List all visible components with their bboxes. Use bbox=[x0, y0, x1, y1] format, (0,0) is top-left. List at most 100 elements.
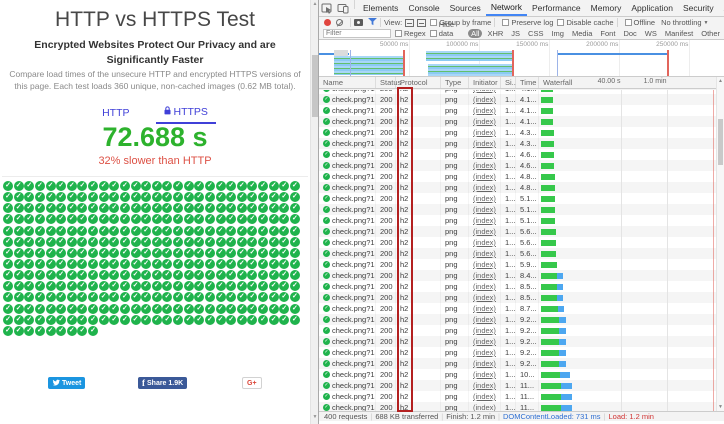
filter-pill-doc[interactable]: Doc bbox=[620, 29, 639, 38]
initiator-link[interactable]: (index) bbox=[473, 293, 496, 302]
table-row[interactable]: ✓check.png?1512...200h2png(index)1...4.8… bbox=[319, 171, 716, 182]
tab-audits[interactable]: Audits bbox=[719, 0, 724, 16]
scrollbar-thumb[interactable] bbox=[718, 119, 723, 165]
scroll-up-arrow[interactable]: ▲ bbox=[717, 78, 724, 84]
filter-pill-all[interactable]: All bbox=[468, 29, 482, 38]
page-scrollbar[interactable]: ▲ ▼ bbox=[310, 0, 318, 424]
initiator-link[interactable]: (index) bbox=[473, 161, 496, 170]
table-row[interactable]: ✓check.png?1512...200h2png(index)1...9.2… bbox=[319, 336, 716, 347]
tweet-button[interactable]: Tweet bbox=[48, 377, 85, 389]
filter-pill-img[interactable]: Img bbox=[548, 29, 567, 38]
tab-elements[interactable]: Elements bbox=[358, 0, 403, 16]
table-row[interactable]: ✓check.png?1512...200h2png(index)1...8.7… bbox=[319, 303, 716, 314]
initiator-link[interactable]: (index) bbox=[473, 359, 496, 368]
initiator-link[interactable]: (index) bbox=[473, 238, 496, 247]
capture-screenshots-icon[interactable] bbox=[354, 19, 363, 26]
initiator-link[interactable]: (index) bbox=[473, 117, 496, 126]
column-header-name[interactable]: Name bbox=[319, 77, 376, 88]
initiator-link[interactable]: (index) bbox=[473, 216, 496, 225]
table-row[interactable]: ✓check.png?1512...200h2png(index)1...8.4… bbox=[319, 270, 716, 281]
column-header-waterfall[interactable]: Waterfall 40.00 s 1.0 min bbox=[539, 77, 716, 88]
group-by-frame-checkbox[interactable] bbox=[430, 19, 437, 26]
initiator-link[interactable]: (index) bbox=[473, 183, 496, 192]
offline-checkbox[interactable] bbox=[625, 19, 632, 26]
tab-https[interactable]: HTTPS bbox=[156, 104, 216, 124]
initiator-link[interactable]: (index) bbox=[473, 282, 496, 291]
tab-console[interactable]: Console bbox=[403, 0, 444, 16]
clear-icon[interactable] bbox=[336, 19, 343, 26]
initiator-link[interactable]: (index) bbox=[473, 392, 496, 401]
table-row[interactable]: ✓check.png?1512...200h2png(index)1...5.1… bbox=[319, 215, 716, 226]
table-row[interactable]: ✓check.png?1512...200h2png(index)1...9.2… bbox=[319, 325, 716, 336]
filter-pill-font[interactable]: Font bbox=[597, 29, 618, 38]
table-row[interactable]: ✓check.png?1512...200h2png(index)1...4.3… bbox=[319, 127, 716, 138]
record-button[interactable] bbox=[324, 19, 331, 26]
tab-application[interactable]: Application bbox=[626, 0, 678, 16]
initiator-link[interactable]: (index) bbox=[473, 403, 496, 411]
table-row[interactable]: ✓check.png?1512...200h2png(index)1...5.1… bbox=[319, 193, 716, 204]
filter-pill-other[interactable]: Other bbox=[698, 29, 723, 38]
filter-pill-js[interactable]: JS bbox=[508, 29, 523, 38]
column-header-time[interactable]: Time bbox=[516, 77, 539, 88]
table-row[interactable]: ✓check.png?1512...200h2png(index)1...5.1… bbox=[319, 204, 716, 215]
table-row[interactable]: ✓check.png?1512...200h2png(index)1...5.6… bbox=[319, 237, 716, 248]
initiator-link[interactable]: (index) bbox=[473, 90, 496, 93]
tab-security[interactable]: Security bbox=[678, 0, 719, 16]
table-row[interactable]: ✓check.png?1512...200h2png(index)1...9.2… bbox=[319, 314, 716, 325]
table-row[interactable]: ✓check.png?1512...200h2png(index)1...4.1… bbox=[319, 94, 716, 105]
initiator-link[interactable]: (index) bbox=[473, 381, 496, 390]
initiator-link[interactable]: (index) bbox=[473, 348, 496, 357]
tab-memory[interactable]: Memory bbox=[586, 0, 627, 16]
initiator-link[interactable]: (index) bbox=[473, 106, 496, 115]
initiator-link[interactable]: (index) bbox=[473, 271, 496, 280]
initiator-link[interactable]: (index) bbox=[473, 139, 496, 148]
tab-sources[interactable]: Sources bbox=[445, 0, 486, 16]
table-row[interactable]: ✓check.png?1512...200h2png(index)1...8.5… bbox=[319, 292, 716, 303]
table-row[interactable]: ✓check.png?1512...200h2png(index)1...8.5… bbox=[319, 281, 716, 292]
table-row[interactable]: ✓check.png?1512...200h2png(index)1...10.… bbox=[319, 369, 716, 380]
initiator-link[interactable]: (index) bbox=[473, 205, 496, 214]
table-row[interactable]: ✓check.png?1512...200h2png(index)1...11.… bbox=[319, 391, 716, 402]
column-header-protocol[interactable]: Protocol bbox=[396, 77, 441, 88]
table-row[interactable]: ✓check.png?1512...200h2png(index)1...9.2… bbox=[319, 358, 716, 369]
inspect-element-icon[interactable] bbox=[321, 3, 333, 14]
initiator-link[interactable]: (index) bbox=[473, 304, 496, 313]
table-row[interactable]: ✓check.png?1512...200h2png(index)1...11.… bbox=[319, 380, 716, 391]
table-row[interactable]: ✓check.png?1512...200h2png(index)1...4.6… bbox=[319, 160, 716, 171]
device-toolbar-icon[interactable] bbox=[337, 3, 349, 14]
table-row[interactable]: ✓check.png?1512...200h2png(index)1...4.6… bbox=[319, 149, 716, 160]
tab-performance[interactable]: Performance bbox=[527, 0, 586, 16]
initiator-link[interactable]: (index) bbox=[473, 260, 496, 269]
initiator-link[interactable]: (index) bbox=[473, 227, 496, 236]
table-row[interactable]: ✓check.png?1512...200h2png(index)1...5.9… bbox=[319, 259, 716, 270]
throttling-select[interactable]: No throttling ▼ bbox=[661, 18, 708, 27]
tab-http[interactable]: HTTP bbox=[94, 104, 137, 124]
network-overview[interactable]: 50000 ms100000 ms150000 ms200000 ms25000… bbox=[319, 40, 724, 77]
table-scrollbar[interactable]: ▲ ▼ bbox=[716, 77, 724, 411]
initiator-link[interactable]: (index) bbox=[473, 249, 496, 258]
filter-funnel-icon[interactable] bbox=[368, 18, 377, 28]
list-view-icon[interactable] bbox=[405, 19, 414, 27]
facebook-share-button[interactable]: f Share 1.9K bbox=[138, 377, 187, 389]
table-row[interactable]: ✓check.png?1512...200h2png(index)1...4.3… bbox=[319, 138, 716, 149]
initiator-link[interactable]: (index) bbox=[473, 95, 496, 104]
table-row[interactable]: ✓check.png?1512...200h2png(index)1...9.2… bbox=[319, 347, 716, 358]
initiator-link[interactable]: (index) bbox=[473, 315, 496, 324]
column-header-status[interactable]: Status bbox=[376, 77, 396, 88]
column-header-size[interactable]: Si.. bbox=[501, 77, 516, 88]
filter-pill-css[interactable]: CSS bbox=[525, 29, 546, 38]
filter-pill-xhr[interactable]: XHR bbox=[484, 29, 506, 38]
initiator-link[interactable]: (index) bbox=[473, 150, 496, 159]
table-row[interactable]: ✓check.png?1512...200h2png(index)1...5.6… bbox=[319, 226, 716, 237]
initiator-link[interactable]: (index) bbox=[473, 128, 496, 137]
initiator-link[interactable]: (index) bbox=[473, 194, 496, 203]
table-row[interactable]: ✓check.png?1512...200h2png(index)1...11.… bbox=[319, 402, 716, 411]
column-header-initiator[interactable]: Initiator bbox=[469, 77, 501, 88]
filter-input[interactable] bbox=[323, 29, 391, 38]
hide-data-urls-checkbox[interactable] bbox=[430, 30, 437, 37]
initiator-link[interactable]: (index) bbox=[473, 326, 496, 335]
table-row[interactable]: ✓check.png?1512...200h2png(index)1...4.1… bbox=[319, 116, 716, 127]
column-header-type[interactable]: Type bbox=[441, 77, 469, 88]
filter-pill-media[interactable]: Media bbox=[569, 29, 595, 38]
filter-pill-ws[interactable]: WS bbox=[642, 29, 660, 38]
